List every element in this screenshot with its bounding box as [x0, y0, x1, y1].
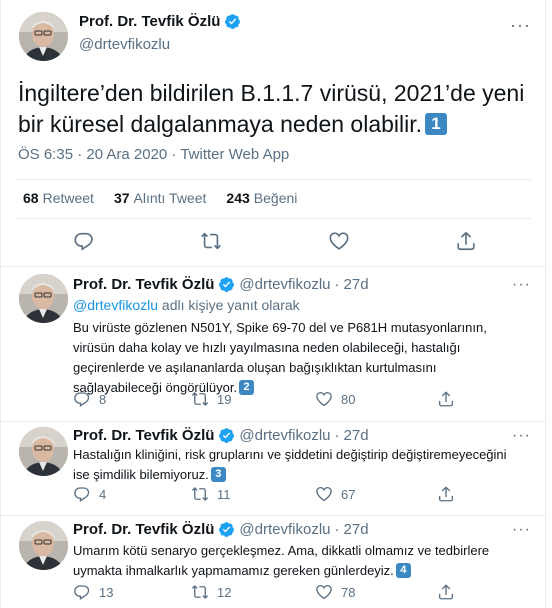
tweet-actions: 8 19 80	[73, 390, 513, 410]
reply-button[interactable]: 8	[73, 390, 106, 408]
verified-badge-icon	[218, 521, 235, 538]
author-handle[interactable]: @drtevfikozlu	[239, 427, 330, 444]
tweet-actions: 13 12 78	[73, 583, 513, 603]
divider	[17, 218, 531, 219]
separator-dot: ·	[334, 427, 340, 444]
author-name[interactable]: Prof. Dr. Tevfik Özlü	[79, 13, 220, 30]
retweet-button[interactable]: 12	[191, 583, 231, 601]
keycap-number-icon: 3	[210, 467, 226, 483]
author-handle[interactable]: @drtevfikozlu	[239, 521, 330, 538]
tweet-body: İngiltere’den bildirilen B.1.1.7 virüsü,…	[18, 80, 525, 137]
likes-stat[interactable]: 243 Beğeni	[226, 190, 297, 206]
like-count: 80	[341, 391, 356, 407]
separator-dot: ·	[334, 521, 340, 538]
author-handle[interactable]: @drtevfikozlu	[79, 36, 170, 53]
verified-badge-icon	[224, 13, 241, 30]
retweet-icon	[191, 487, 209, 501]
share-icon[interactable]	[455, 230, 477, 252]
retweet-button[interactable]: 19	[191, 390, 231, 408]
share-button[interactable]	[437, 485, 455, 503]
tweet-text: İngiltere’den bildirilen B.1.1.7 virüsü,…	[18, 78, 538, 140]
tweet-text: Umarım kötü senaryo gerçekleşmez. Ama, d…	[73, 541, 513, 581]
retweets-stat[interactable]: 68 Retweet	[23, 190, 94, 206]
keycap-number-icon: 1	[425, 112, 448, 135]
thread-tweet[interactable]: Prof. Dr. Tevfik Özlü @drtevfikozlu · 27…	[1, 515, 545, 608]
more-options-icon[interactable]: ···	[512, 427, 531, 445]
retweet-icon	[191, 392, 209, 406]
share-icon	[438, 486, 454, 502]
tweet-header: Prof. Dr. Tevfik Özlü @drtevfikozlu · 27…	[73, 276, 369, 293]
main-tweet-actions	[1, 230, 545, 254]
tweet-time[interactable]: 27d	[344, 427, 369, 444]
keycap-number-icon: 4	[395, 563, 411, 579]
more-options-icon[interactable]: ···	[512, 521, 531, 539]
quotes-stat[interactable]: 37 Alıntı Tweet	[114, 190, 206, 206]
retweet-count: 12	[217, 584, 232, 600]
reply-count: 8	[99, 391, 107, 407]
tweet-body: Umarım kötü senaryo gerçekleşmez. Ama, d…	[73, 543, 490, 578]
tweet-header: Prof. Dr. Tevfik Özlü @drtevfikozlu · 27…	[73, 521, 369, 538]
tweet-header: Prof. Dr. Tevfik Özlü @drtevfikozlu · 27…	[73, 427, 369, 444]
like-button[interactable]: 80	[315, 390, 355, 408]
reply-icon	[74, 392, 90, 408]
author-name[interactable]: Prof. Dr. Tevfik Özlü	[73, 427, 214, 444]
avatar[interactable]	[19, 12, 68, 61]
tweet-thread: Prof. Dr. Tevfik Özlü @drtevfikozlu ··· …	[0, 0, 546, 608]
reply-button[interactable]: 4	[73, 485, 106, 503]
like-count: 78	[341, 584, 356, 600]
reply-icon[interactable]	[73, 230, 95, 252]
tweet-text: Hastalığın kliniğini, risk gruplarını ve…	[73, 445, 513, 485]
tweet-time[interactable]: 27d	[344, 521, 369, 538]
thread-tweet[interactable]: Prof. Dr. Tevfik Özlü @drtevfikozlu · 27…	[1, 421, 545, 515]
avatar[interactable]	[19, 521, 68, 570]
like-button[interactable]: 78	[315, 583, 355, 601]
tweet-text: Bu virüste gözlenen N501Y, Spike 69-70 d…	[73, 318, 513, 398]
avatar[interactable]	[19, 274, 68, 323]
tweet-actions: 4 11 67	[73, 485, 513, 505]
like-icon	[316, 486, 332, 502]
author-name[interactable]: Prof. Dr. Tevfik Özlü	[73, 276, 214, 293]
reply-icon	[74, 585, 90, 601]
thread-tweet[interactable]: Prof. Dr. Tevfik Özlü @drtevfikozlu · 27…	[1, 266, 545, 421]
divider	[17, 179, 531, 180]
tweet-timestamp[interactable]: ÖS 6:35 · 20 Ara 2020 · Twitter Web App	[18, 146, 289, 163]
retweet-button[interactable]: 11	[191, 485, 231, 503]
like-count: 67	[341, 486, 356, 502]
like-icon	[316, 584, 332, 600]
reply-mention[interactable]: @drtevfikozlu	[73, 297, 158, 313]
tweet-stats: 68 Retweet 37 Alıntı Tweet 243 Beğeni	[23, 190, 297, 206]
tweet-body: Hastalığın kliniğini, risk gruplarını ve…	[73, 447, 507, 482]
separator-dot: ·	[334, 276, 340, 293]
verified-badge-icon	[218, 276, 235, 293]
like-icon	[316, 391, 332, 407]
reply-to-label: adlı kişiye yanıt olarak	[158, 297, 300, 313]
like-button[interactable]: 67	[315, 485, 355, 503]
retweet-count: 19	[217, 391, 232, 407]
reply-count: 13	[99, 584, 114, 600]
retweet-count: 11	[217, 486, 231, 502]
reply-button[interactable]: 13	[73, 583, 113, 601]
more-options-icon[interactable]: ···	[512, 276, 531, 294]
reply-to-context: @drtevfikozlu adlı kişiye yanıt olarak	[73, 297, 300, 313]
reply-icon	[74, 487, 90, 503]
like-icon[interactable]	[328, 230, 350, 252]
share-icon	[438, 584, 454, 600]
retweet-icon	[191, 585, 209, 599]
author-row: Prof. Dr. Tevfik Özlü	[79, 13, 241, 30]
avatar[interactable]	[19, 427, 68, 476]
retweet-icon[interactable]	[200, 230, 222, 252]
author-name[interactable]: Prof. Dr. Tevfik Özlü	[73, 521, 214, 538]
tweet-time[interactable]: 27d	[344, 276, 369, 293]
reply-count: 4	[99, 486, 107, 502]
share-icon	[438, 391, 454, 407]
share-button[interactable]	[437, 390, 455, 408]
more-options-icon[interactable]: ···	[510, 16, 531, 34]
verified-badge-icon	[218, 427, 235, 444]
share-button[interactable]	[437, 583, 455, 601]
author-handle[interactable]: @drtevfikozlu	[239, 276, 330, 293]
tweet-body: Bu virüste gözlenen N501Y, Spike 69-70 d…	[73, 320, 487, 395]
